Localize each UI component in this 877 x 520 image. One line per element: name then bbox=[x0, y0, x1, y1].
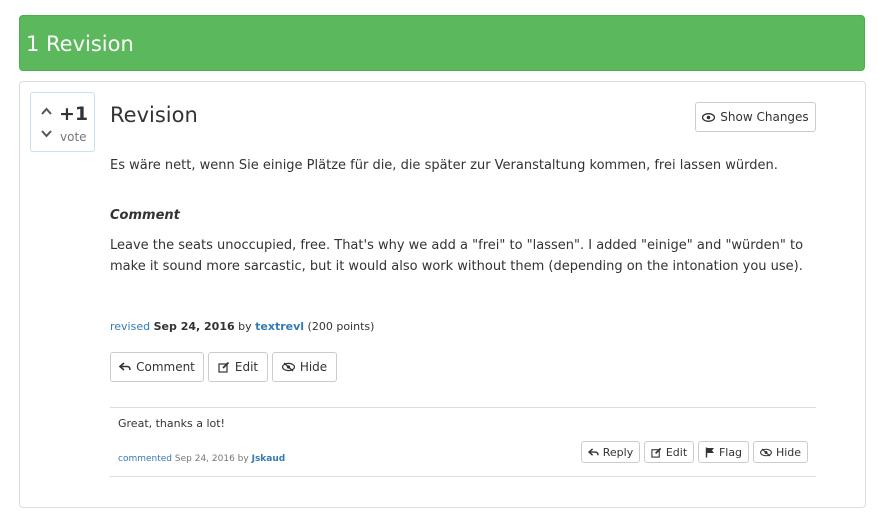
comment-user-link[interactable]: Jskaud bbox=[252, 454, 286, 464]
eye-slash-icon bbox=[281, 362, 295, 372]
vote-down-icon[interactable] bbox=[40, 129, 53, 139]
comment-hide-label: Hide bbox=[775, 445, 802, 459]
revision-count-header: 1 Revision bbox=[19, 15, 865, 71]
hide-button-label: Hide bbox=[299, 360, 328, 374]
reply-button[interactable]: Reply bbox=[581, 441, 640, 463]
comment-divider-top bbox=[110, 407, 816, 408]
revision-title: Revision bbox=[110, 103, 198, 127]
reply-button-label: Reply bbox=[602, 445, 634, 459]
vote-count: +1 bbox=[59, 103, 89, 125]
reply-arrow-icon bbox=[587, 447, 599, 456]
reply-arrow-icon bbox=[119, 362, 131, 371]
hide-button[interactable]: Hide bbox=[272, 352, 337, 382]
revision-meta: revised Sep 24, 2016 by textrevl (200 po… bbox=[110, 319, 374, 335]
comment-button-label: Comment bbox=[136, 360, 195, 374]
comment-button[interactable]: Comment bbox=[110, 352, 204, 382]
comment-edit-button[interactable]: Edit bbox=[644, 441, 694, 463]
revised-link[interactable]: revised bbox=[110, 320, 150, 333]
comment-hide-button[interactable]: Hide bbox=[753, 441, 808, 463]
vote-box: +1 vote bbox=[30, 92, 95, 152]
revised-date: Sep 24, 2016 bbox=[153, 320, 235, 333]
comment-divider-bottom bbox=[110, 476, 816, 477]
edit-icon bbox=[651, 447, 662, 458]
commented-link[interactable]: commented bbox=[118, 454, 172, 464]
flag-icon bbox=[705, 447, 714, 457]
eye-slash-icon bbox=[760, 447, 772, 457]
comment-text: Great, thanks a lot! bbox=[118, 417, 225, 430]
edit-icon bbox=[218, 361, 230, 373]
comment-meta: commented Sep 24, 2016 by Jskaud bbox=[118, 452, 285, 466]
vote-up-icon[interactable] bbox=[40, 106, 53, 116]
edit-button-label: Edit bbox=[234, 360, 259, 374]
edit-button[interactable]: Edit bbox=[208, 352, 268, 382]
flag-button-label: Flag bbox=[718, 445, 743, 459]
by-text: by bbox=[238, 320, 252, 333]
eye-icon bbox=[702, 112, 716, 122]
revision-user-link[interactable]: textrevl bbox=[255, 320, 304, 333]
comment-date: Sep 24, 2016 bbox=[174, 454, 235, 464]
show-changes-label: Show Changes bbox=[720, 110, 809, 124]
revision-body: Es wäre nett, wenn Sie einige Plätze für… bbox=[110, 158, 778, 173]
user-points: (200 points) bbox=[307, 320, 375, 333]
comment-heading: Comment bbox=[110, 208, 180, 223]
flag-button[interactable]: Flag bbox=[698, 441, 749, 463]
comment-edit-label: Edit bbox=[665, 445, 688, 459]
header-title: 1 Revision bbox=[26, 32, 134, 56]
show-changes-button[interactable]: Show Changes bbox=[695, 102, 816, 132]
revision-comment-text: Leave the seats unoccupied, free. That's… bbox=[110, 238, 804, 274]
comment-by-text: by bbox=[237, 454, 249, 464]
vote-label: vote bbox=[60, 130, 87, 144]
